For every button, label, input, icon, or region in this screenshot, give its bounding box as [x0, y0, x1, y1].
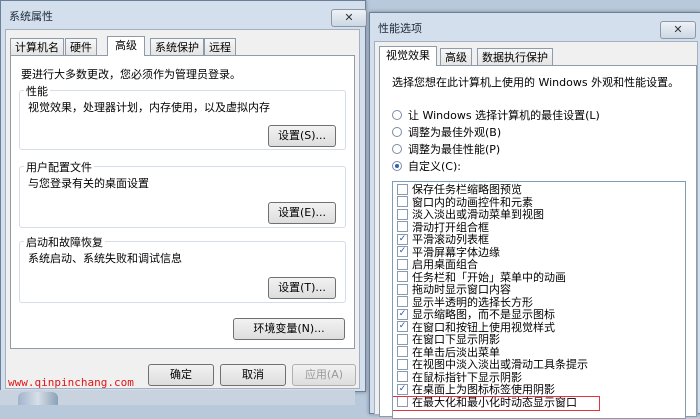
group-title: 用户配置文件 — [24, 159, 94, 175]
effect-checkbox[interactable] — [397, 358, 408, 370]
dialog-client: 计算机名 硬件 高级 系统保护 远程 要进行大多数更改，您必须作为管理员登录。 … — [5, 29, 360, 389]
user-profiles-settings-button[interactable]: 设置(E)... — [268, 202, 336, 224]
tab-computer-name[interactable]: 计算机名 — [10, 38, 64, 56]
environment-variables-button[interactable]: 环境变量(N)... — [233, 318, 345, 340]
effect-label: 平滑滚动列表框 — [412, 233, 489, 246]
effect-label: 在窗口下显示阴影 — [412, 333, 500, 346]
effect-label: 保存任务栏缩略图预览 — [412, 183, 522, 196]
startup-recovery-group: 启动和故障恢复 系统启动、系统失败和调试信息 设置(T)... — [19, 234, 346, 303]
ok-button[interactable]: 确定 — [148, 364, 214, 386]
radio-label: 调整为最佳性能(P) — [408, 143, 501, 156]
effect-checkbox[interactable]: ✓ — [397, 308, 408, 320]
effect-label: 在鼠标指针下显示阴影 — [412, 370, 522, 384]
effect-label: 启用桌面组合 — [412, 258, 478, 271]
effect-checkbox[interactable] — [397, 346, 408, 357]
watermark: www.qinpinchang.com — [8, 376, 134, 389]
tab-system-protection[interactable]: 系统保护 — [150, 38, 204, 56]
effect-checkbox[interactable]: ✓ — [397, 383, 408, 395]
visual-effects-list[interactable]: 保存任务栏缩略图预览 窗口内的动画控件和元素 淡入淡出或滑动菜单到视图 滑动打开组合框… — [392, 181, 686, 419]
group-description: 视觉效果，处理器计划，内存使用，以及虚拟内存 — [28, 101, 270, 114]
radio-button[interactable] — [392, 144, 402, 154]
radio-button[interactable] — [392, 127, 402, 137]
radio-button[interactable] — [392, 110, 402, 120]
effect-checkbox[interactable]: ✓ — [397, 321, 408, 332]
effect-checkbox[interactable] — [397, 333, 408, 345]
effect-label: 在窗口和按钮上使用视觉样式 — [412, 320, 555, 334]
tab-advanced[interactable]: 高级 — [440, 48, 472, 66]
effect-label: 在视图中淡入淡出或滑动工具条提示 — [412, 358, 588, 371]
tab-remote[interactable]: 远程 — [204, 38, 236, 56]
effect-checkbox[interactable] — [397, 371, 408, 382]
effect-label: 在桌面上为图标标签使用阴影 — [412, 383, 555, 396]
avatar — [18, 392, 58, 405]
effect-checkbox[interactable] — [397, 271, 408, 282]
radio-button[interactable] — [392, 161, 402, 171]
tab-hardware[interactable]: 硬件 — [65, 38, 97, 56]
performance-group: 性能 视觉效果，处理器计划，内存使用，以及虚拟内存 设置(S)... — [19, 83, 346, 150]
admin-note: 要进行大多数更改，您必须作为管理员登录。 — [21, 68, 241, 81]
highlight-annotation — [393, 395, 600, 411]
radio-label: 调整为最佳外观(B) — [408, 126, 502, 139]
group-description: 与您登录有关的桌面设置 — [28, 177, 149, 190]
effect-label: 滑动打开组合框 — [412, 220, 489, 234]
effect-label: 淡入淡出或滑动菜单到视图 — [412, 208, 544, 221]
effect-checkbox[interactable] — [397, 208, 408, 220]
group-title: 启动和故障恢复 — [24, 234, 105, 250]
dialog-client: 视觉效果 高级 数据执行保护 选择您想在此计算机上使用的 Windows 外观和… — [374, 41, 698, 419]
tab-advanced[interactable]: 高级 — [107, 36, 145, 56]
effect-label: 显示缩略图，而不是显示图标 — [412, 308, 555, 321]
performance-options-window: 性能选项 ✕ 视觉效果 高级 数据执行保护 选择您想在此计算机上使用的 Wind… — [369, 12, 700, 419]
effect-label: 任务栏和「开始」菜单中的动画 — [412, 270, 566, 284]
user-profiles-group: 用户配置文件 与您登录有关的桌面设置 设置(E)... — [19, 159, 346, 228]
effect-label: 在单击后淡出菜单 — [412, 345, 500, 359]
effect-label: 平滑屏幕字体边缘 — [412, 245, 500, 259]
group-description: 系统启动、系统失败和调试信息 — [28, 252, 182, 265]
radio-best-performance[interactable]: 调整为最佳性能(P) — [392, 142, 500, 158]
performance-settings-button[interactable]: 设置(S)... — [268, 125, 336, 147]
effect-checkbox[interactable] — [397, 196, 408, 207]
effect-checkbox[interactable] — [397, 283, 408, 295]
apply-button[interactable]: 应用(A) — [292, 364, 356, 386]
tab-panel: 要进行大多数更改，您必须作为管理员登录。 性能 视觉效果，处理器计划，内存使用，… — [10, 55, 355, 349]
radio-custom[interactable]: 自定义(C): — [392, 159, 461, 175]
effect-label: 窗口内的动画控件和元素 — [412, 195, 533, 209]
effect-item[interactable]: 在最大化和最小化时动态显示窗口 — [393, 395, 685, 411]
effect-checkbox[interactable] — [397, 258, 408, 270]
effect-checkbox[interactable] — [397, 183, 408, 195]
tab-dep[interactable]: 数据执行保护 — [477, 48, 553, 66]
effect-checkbox[interactable] — [397, 296, 408, 307]
radio-let-windows-choose[interactable]: 让 Windows 选择计算机的最佳设置(L) — [392, 108, 600, 124]
effect-label: 显示半透明的选择长方形 — [412, 295, 533, 309]
radio-label: 让 Windows 选择计算机的最佳设置(L) — [408, 109, 600, 122]
effect-label: 拖动时显示窗口内容 — [412, 283, 511, 296]
effect-checkbox[interactable]: ✓ — [397, 233, 408, 245]
radio-best-appearance[interactable]: 调整为最佳外观(B) — [392, 125, 501, 141]
startup-settings-button[interactable]: 设置(T)... — [268, 277, 336, 299]
window-title: 性能选项 — [378, 22, 422, 35]
close-button[interactable]: ✕ — [331, 9, 367, 27]
cancel-button[interactable]: 取消 — [220, 364, 286, 386]
system-properties-window: 系统属性 ✕ 计算机名 硬件 高级 系统保护 远程 要进行大多数更改，您必须作为… — [0, 0, 367, 392]
effects-container: 保存任务栏缩略图预览 窗口内的动画控件和元素 淡入淡出或滑动菜单到视图 滑动打开组合框… — [393, 182, 685, 411]
effect-checkbox[interactable] — [397, 221, 408, 232]
effect-checkbox[interactable]: ✓ — [397, 246, 408, 257]
group-title: 性能 — [24, 83, 50, 99]
radio-label: 自定义(C): — [408, 160, 461, 173]
close-button[interactable]: ✕ — [660, 21, 696, 39]
window-title: 系统属性 — [9, 10, 53, 23]
tab-panel: 选择您想在此计算机上使用的 Windows 外观和性能设置。 让 Windows… — [379, 65, 697, 419]
tab-visual-effects[interactable]: 视觉效果 — [379, 46, 437, 66]
intro-text: 选择您想在此计算机上使用的 Windows 外观和性能设置。 — [392, 76, 680, 89]
